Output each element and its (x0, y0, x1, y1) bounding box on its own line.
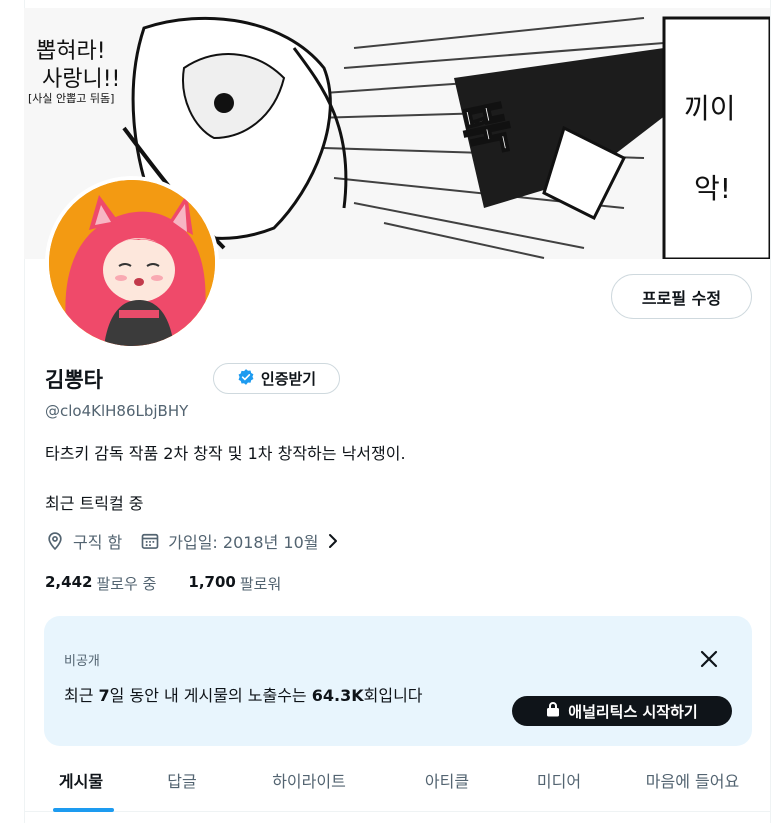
location-pin-icon (45, 531, 65, 551)
active-tab-indicator (53, 808, 114, 812)
tab-likes[interactable]: 마음에 들어요 (615, 748, 770, 812)
edit-profile-button[interactable]: 프로필 수정 (611, 274, 752, 319)
start-analytics-label: 애널리틱스 시작하기 (568, 702, 698, 721)
private-label: 비공개 (64, 654, 100, 669)
banner-text-right-2: 악! (694, 172, 731, 205)
chevron-right-icon[interactable] (325, 531, 341, 551)
avatar-illustration (49, 180, 215, 346)
profile-meta: 구직 함 가입일: 2018년 10월 (45, 529, 341, 553)
tab-posts[interactable]: 게시물 (25, 748, 137, 812)
get-verified-label: 인증받기 (260, 370, 317, 388)
following-count[interactable]: 2,442 (45, 573, 92, 594)
followers-label[interactable]: 팔로워 (240, 573, 281, 594)
analytics-card: 비공개 최근 7일 동안 내 게시물의 노출수는 64.3K회입니다 애널리틱스… (44, 616, 752, 746)
tab-replies[interactable]: 답글 (137, 748, 227, 812)
banner-text-right-1: 끼이 (684, 92, 736, 125)
handle: @clo4KlH86LbjBHY (45, 402, 189, 420)
followers-count[interactable]: 1,700 (188, 573, 235, 594)
follow-stats: 2,442 팔로우 중 1,700 팔로워 (45, 573, 281, 594)
banner-text-left-1: 뽑혀라! (36, 39, 106, 64)
get-verified-button[interactable]: 인증받기 (213, 363, 340, 394)
impressions-text: 최근 7일 동안 내 게시물의 노출수는 64.3K회입니다 (64, 686, 423, 705)
banner-text-left-note: [사실 안뽑고 뒤돔] (28, 92, 114, 105)
calendar-icon (140, 531, 160, 551)
bio-line-1: 타츠키 감독 작품 2차 창작 및 1차 창작하는 낙서쟁이. (45, 444, 406, 463)
bio-line-2: 최근 트릭컬 중 (45, 494, 144, 513)
lock-icon (546, 701, 560, 721)
joined-date: 가입일: 2018년 10월 (168, 533, 319, 552)
verified-badge-icon (237, 368, 255, 390)
start-analytics-button[interactable]: 애널리틱스 시작하기 (512, 696, 732, 726)
following-label[interactable]: 팔로우 중 (96, 573, 156, 594)
display-name: 김뽕타 (45, 368, 103, 392)
tab-articles[interactable]: 아티클 (391, 748, 503, 812)
job-text: 구직 함 (73, 533, 123, 552)
tab-highlights[interactable]: 하이라이트 (227, 748, 391, 812)
avatar[interactable] (45, 176, 219, 350)
profile-tabs: 게시물 답글 하이라이트 아티클 미디어 마음에 들어요 (25, 748, 770, 812)
banner-text-left-2: 사랑니!! (42, 67, 120, 92)
impressions-value: 64.3K (311, 686, 364, 705)
impressions-days: 7 (98, 686, 110, 705)
tab-media[interactable]: 미디어 (503, 748, 615, 812)
close-icon[interactable] (698, 648, 720, 670)
